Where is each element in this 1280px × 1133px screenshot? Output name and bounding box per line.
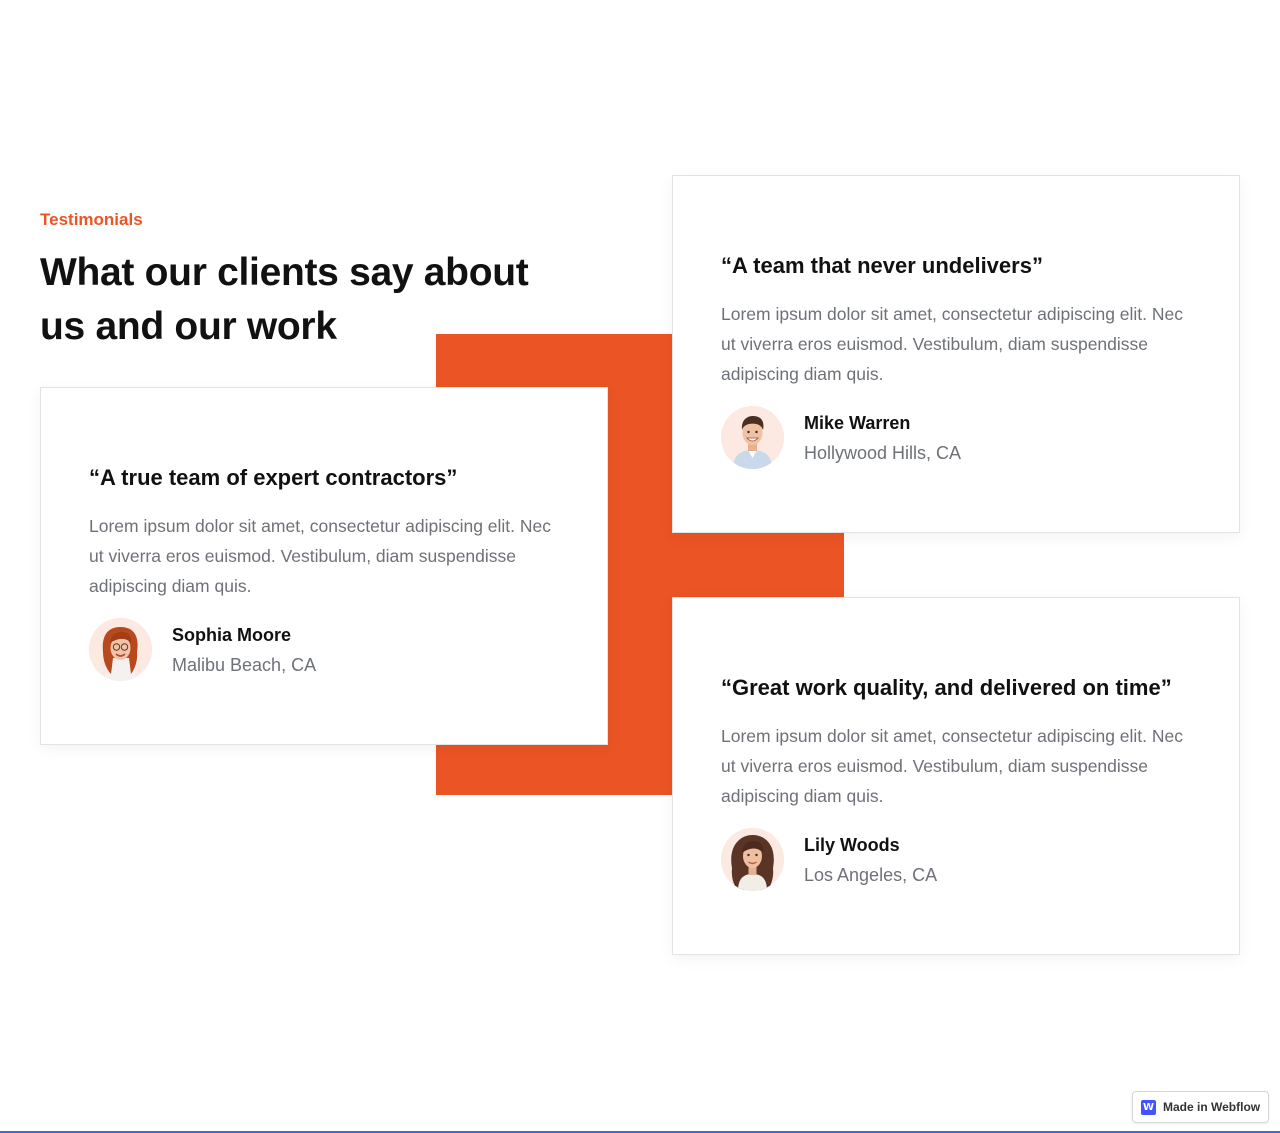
accent-bridge-block xyxy=(608,533,844,597)
author-name: Lily Woods xyxy=(804,834,900,855)
webflow-badge-label: Made in Webflow xyxy=(1163,1100,1261,1114)
author-location: Malibu Beach, CA xyxy=(172,654,317,675)
avatar xyxy=(721,828,784,891)
testimonial-quote: “A team that never undelivers” xyxy=(721,253,1043,278)
testimonial-body: Lorem ipsum dolor sit amet, consectetur … xyxy=(721,304,1184,384)
testimonial-author: Sophia Moore Malibu Beach, CA xyxy=(89,618,559,681)
testimonial-card: “Great work quality, and delivered on ti… xyxy=(672,597,1240,955)
testimonial-card: “A true team of expert contractors” Lore… xyxy=(40,387,608,745)
testimonial-body: Lorem ipsum dolor sit amet, consectetur … xyxy=(89,516,552,596)
testimonial-author: Lily Woods Los Angeles, CA xyxy=(721,828,1191,891)
testimonial-body: Lorem ipsum dolor sit amet, consectetur … xyxy=(721,726,1184,806)
testimonial-quote: “A true team of expert contractors” xyxy=(89,465,458,490)
testimonials-page: Testimonials What our clients say about … xyxy=(0,0,1280,1133)
testimonial-card: “A team that never undelivers” Lorem ips… xyxy=(672,175,1240,533)
author-location: Hollywood Hills, CA xyxy=(804,442,962,463)
made-in-webflow-badge[interactable]: W Made in Webflow xyxy=(1132,1091,1269,1123)
author-location: Los Angeles, CA xyxy=(804,864,938,885)
author-info: Lily Woods Los Angeles, CA xyxy=(804,833,937,887)
section-eyebrow: Testimonials xyxy=(40,210,143,229)
avatar xyxy=(89,618,152,681)
avatar xyxy=(721,406,784,469)
webflow-logo-icon: W xyxy=(1141,1099,1156,1115)
author-name: Sophia Moore xyxy=(172,624,292,645)
testimonial-author: Mike Warren Hollywood Hills, CA xyxy=(721,406,1191,469)
author-name: Mike Warren xyxy=(804,412,911,433)
author-info: Sophia Moore Malibu Beach, CA xyxy=(172,623,316,677)
author-info: Mike Warren Hollywood Hills, CA xyxy=(804,411,961,465)
testimonial-quote: “Great work quality, and delivered on ti… xyxy=(721,675,1172,700)
